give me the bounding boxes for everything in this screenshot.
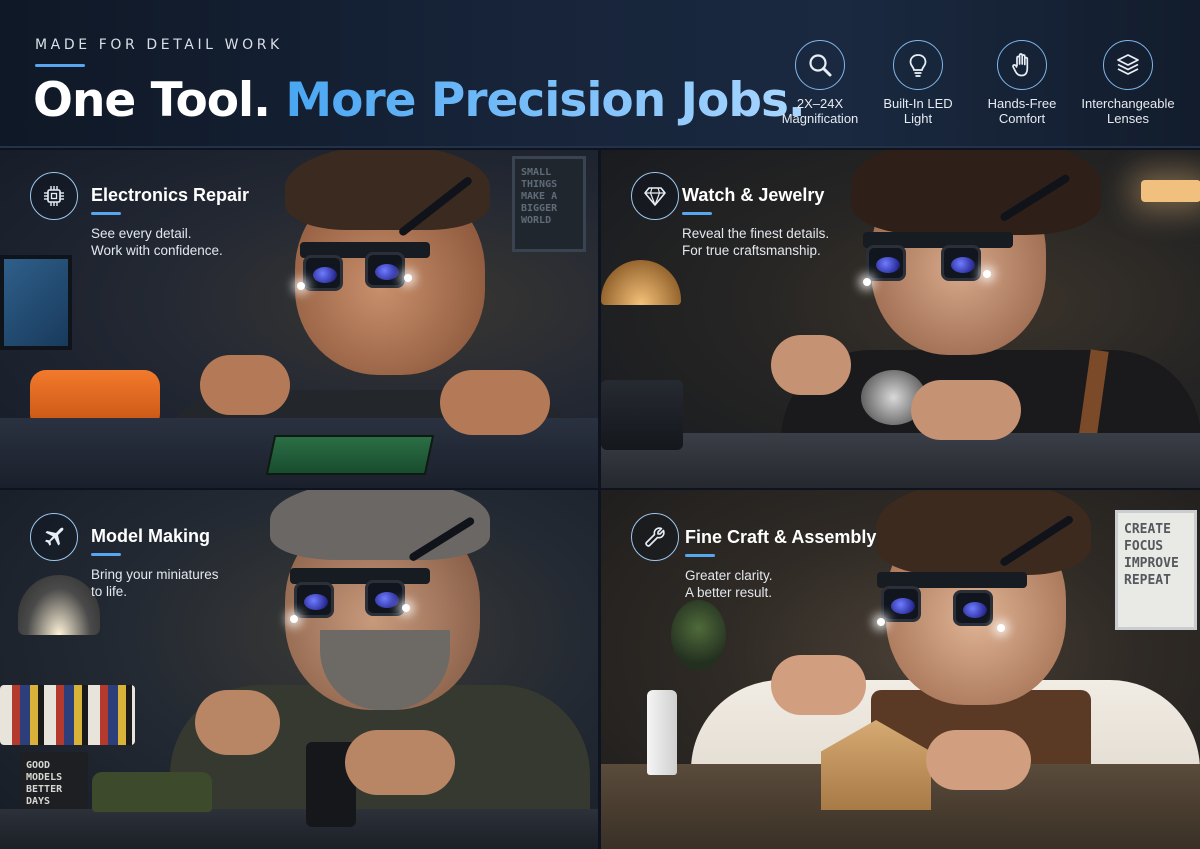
hands-image	[771, 655, 866, 715]
screwdriver-set-image	[601, 380, 683, 450]
feature-hands-free: Hands-Free Comfort	[972, 40, 1072, 126]
hands-image	[911, 380, 1021, 440]
lamp-image	[601, 260, 681, 305]
panel-description: Bring your miniatures to life.	[91, 567, 219, 599]
panel-title: Model Making	[91, 526, 211, 546]
panel-description: Greater clarity. A better result.	[685, 568, 773, 600]
panel-description: See every detail. Work with confidence.	[91, 226, 223, 258]
eyebrow-text: MADE FOR DETAIL WORK	[35, 37, 283, 53]
feature-label: Interchangeable Lenses	[1081, 96, 1175, 126]
hands-image	[195, 690, 280, 755]
monitor-image	[0, 255, 72, 350]
feature-label: Built-In LED Light	[883, 96, 953, 126]
eyebrow-rule	[35, 64, 85, 67]
circuit-board-image	[265, 435, 435, 475]
header-banner: MADE FOR DETAIL WORK One Tool. More Prec…	[0, 0, 1200, 148]
panel-description: Reveal the finest details. For true craf…	[682, 226, 830, 258]
headline-part-2: More Precision Jobs.	[285, 73, 805, 128]
airplane-icon	[30, 513, 78, 561]
headline-part-1: One Tool.	[33, 73, 271, 128]
panel-electronics-repair: SMALL THINGS MAKE A BIGGER WORLD Electro…	[0, 150, 598, 488]
poster: SMALL THINGS MAKE A BIGGER WORLD	[512, 156, 586, 252]
glue-bottle-image	[647, 690, 677, 775]
plant-image	[671, 600, 726, 670]
feature-led-light: Built-In LED Light	[868, 40, 968, 126]
workbench	[601, 433, 1200, 488]
tank-model-image	[92, 772, 212, 812]
magnifier-icon	[795, 40, 845, 90]
feature-magnification: 2X–24X Magnification	[770, 40, 870, 126]
page-title: One Tool. More Precision Jobs.	[33, 73, 806, 128]
poster: CREATE FOCUS IMPROVE REPEAT	[1115, 510, 1197, 630]
lightbulb-icon	[893, 40, 943, 90]
hand-icon	[997, 40, 1047, 90]
wrench-icon	[631, 513, 679, 561]
wall-light-image	[1141, 180, 1200, 202]
title-rule	[91, 553, 121, 556]
panel-title: Watch & Jewelry	[682, 185, 825, 205]
paint-bottles-image	[0, 685, 135, 745]
diamond-icon	[631, 172, 679, 220]
title-rule	[91, 212, 121, 215]
hands-image	[345, 730, 455, 795]
panel-title: Fine Craft & Assembly	[685, 527, 877, 547]
hands-image	[926, 730, 1031, 790]
panel-model-making: GOOD MODELS BETTER DAYS Model Making Bri…	[0, 490, 598, 849]
layers-icon	[1103, 40, 1153, 90]
feature-interchangeable-lenses: Interchangeable Lenses	[1078, 40, 1178, 126]
feature-label: Hands-Free Comfort	[987, 96, 1057, 126]
title-rule	[685, 554, 715, 557]
feature-label: 2X–24X Magnification	[781, 96, 859, 126]
panel-fine-craft-assembly: CREATE FOCUS IMPROVE REPEAT Fine Craft &…	[601, 490, 1200, 849]
workbench	[0, 809, 598, 849]
panel-watch-jewelry: Watch & Jewelry Reveal the finest detail…	[601, 150, 1200, 488]
chip-icon	[30, 172, 78, 220]
desk-lamp-image	[18, 575, 100, 635]
feature-list: 2X–24X Magnification Built-In LED Light …	[770, 40, 1190, 140]
title-rule	[682, 212, 712, 215]
panel-title: Electronics Repair	[91, 185, 250, 205]
hands-image	[440, 370, 550, 435]
hands-image	[200, 355, 290, 415]
hands-image	[771, 335, 851, 395]
